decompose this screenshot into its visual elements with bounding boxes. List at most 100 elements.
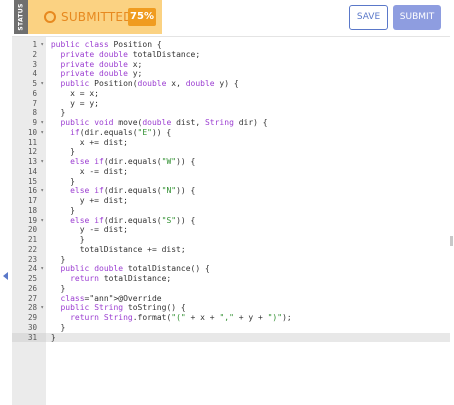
line-number-text: 7 [32,98,37,108]
code-line[interactable]: private double totalDistance; [46,50,450,60]
code-line[interactable]: else if(dir.equals("W")) { [46,157,450,167]
code-line[interactable]: } [46,332,450,343]
line-number-text: 29 [27,313,37,322]
fold-arrow-icon[interactable]: ▾ [40,186,44,196]
submit-button[interactable]: SUBMIT [393,5,441,30]
code-line[interactable]: public void move(double dist, String dir… [46,118,450,128]
fold-arrow-icon[interactable]: ▾ [40,128,44,138]
line-number: 22 [12,245,46,255]
line-number-text: 22 [27,244,37,254]
line-number-text: 13 [27,157,37,166]
line-number-text: 8 [32,108,37,118]
line-number-gutter: 1 ▾ 2 3 4 5 ▾ 6 7 8 9 ▾ 10 ▾ 11 12 13 ▾ 14 15 16 ▾ 17 18 19 ▾ 20 21… [12,37,46,405]
fold-arrow-icon[interactable]: ▾ [40,40,44,50]
code-text-area[interactable]: public class Position { private double t… [46,37,450,405]
line-number-text: 9 [32,118,37,127]
line-number: 5 ▾ [12,79,46,89]
line-number-text: 18 [27,205,37,215]
line-number-text: 24 [27,264,37,274]
code-line[interactable]: return totalDistance; [46,274,450,284]
code-line[interactable]: else if(dir.equals("N")) { [46,186,450,196]
line-number: 15 [12,177,46,187]
line-number: 17 [12,196,46,206]
line-number-text: 11 [27,137,37,147]
code-line[interactable]: } [46,284,450,294]
code-line[interactable]: } [46,323,450,333]
code-line[interactable]: } [46,206,450,216]
fold-arrow-icon[interactable]: ▾ [40,118,44,128]
status-circle-icon [44,11,56,23]
fold-arrow-icon[interactable]: ▾ [40,303,44,313]
line-number: 4 [12,69,46,79]
line-number-text: 10 [27,127,37,137]
score-percent-badge: 75% [128,8,156,26]
code-line[interactable]: } [46,235,450,245]
code-line[interactable]: if(dir.equals("E")) { [46,128,450,138]
line-number-text: 31 [27,332,37,342]
line-number: 30 [12,323,46,333]
code-line[interactable]: else if(dir.equals("S")) { [46,216,450,226]
line-number-text: 2 [32,49,37,59]
line-number: 24 ▾ [12,264,46,274]
code-line[interactable]: x += dist; [46,138,450,148]
line-number: 20 [12,225,46,235]
line-number: 8 [12,108,46,118]
fold-arrow-icon[interactable]: ▾ [40,264,44,274]
line-number: 12 [12,147,46,157]
line-number-text: 4 [32,69,37,79]
code-line[interactable]: } [46,177,450,187]
line-number-text: 21 [27,235,37,244]
save-button[interactable]: SAVE [349,5,388,30]
code-line[interactable]: public String toString() { [46,303,450,313]
line-number: 29 [12,313,46,323]
line-number: 19 ▾ [12,216,46,226]
code-line[interactable]: private double x; [46,60,450,70]
fold-arrow-icon[interactable]: ▾ [40,79,44,89]
line-number: 18 [12,206,46,216]
line-number: 11 [12,138,46,148]
code-line[interactable]: private double y; [46,69,450,79]
code-line[interactable]: y += dist; [46,196,450,206]
line-number: 31 [12,332,46,343]
fold-arrow-icon[interactable]: ▾ [40,216,44,226]
code-line[interactable]: public Position(double x, double y) { [46,79,450,89]
code-line[interactable]: totalDistance += dist; [46,245,450,255]
line-number-text: 25 [27,274,37,283]
line-number-text: 1 [32,40,37,49]
line-number: 25 [12,274,46,284]
line-number: 3 [12,60,46,70]
line-number: 21 [12,235,46,245]
submission-status-panel: SUBMITTED 75% [28,0,162,34]
line-number: 2 [12,50,46,60]
chevron-left-icon[interactable] [3,272,8,280]
line-number-text: 26 [27,283,37,293]
code-line[interactable]: public class Position { [46,40,450,50]
line-number-text: 15 [27,176,37,186]
code-line[interactable]: public double totalDistance() { [46,264,450,274]
fold-arrow-icon[interactable]: ▾ [40,157,44,167]
code-line[interactable]: } [46,255,450,265]
code-line[interactable]: } [46,147,450,157]
code-line[interactable]: return String.format("(" + x + "," + y +… [46,313,450,323]
code-line[interactable]: x = x; [46,89,450,99]
line-number: 7 [12,99,46,109]
left-panel-toggle[interactable] [0,36,12,405]
line-number: 14 [12,167,46,177]
code-line[interactable]: y -= dist; [46,225,450,235]
line-number-text: 30 [27,322,37,332]
status-side-text: STATUS [17,3,25,31]
line-number-text: 12 [27,147,37,157]
line-number: 27 [12,294,46,304]
code-editor[interactable]: 1 ▾ 2 3 4 5 ▾ 6 7 8 9 ▾ 10 ▾ 11 12 13 ▾ 14 15 16 ▾ 17 18 19 ▾ 20 21… [12,36,450,405]
status-side-label: STATUS [14,0,28,34]
line-number-text: 16 [27,186,37,196]
code-line[interactable]: } [46,108,450,118]
line-number: 6 [12,89,46,99]
code-line[interactable]: y = y; [46,99,450,109]
line-number: 23 [12,255,46,265]
resize-handle[interactable] [450,236,453,246]
code-line[interactable]: x -= dist; [46,167,450,177]
code-line[interactable]: class="ann">@Override [46,294,450,304]
line-number-text: 19 [27,215,37,225]
line-number: 9 ▾ [12,118,46,128]
